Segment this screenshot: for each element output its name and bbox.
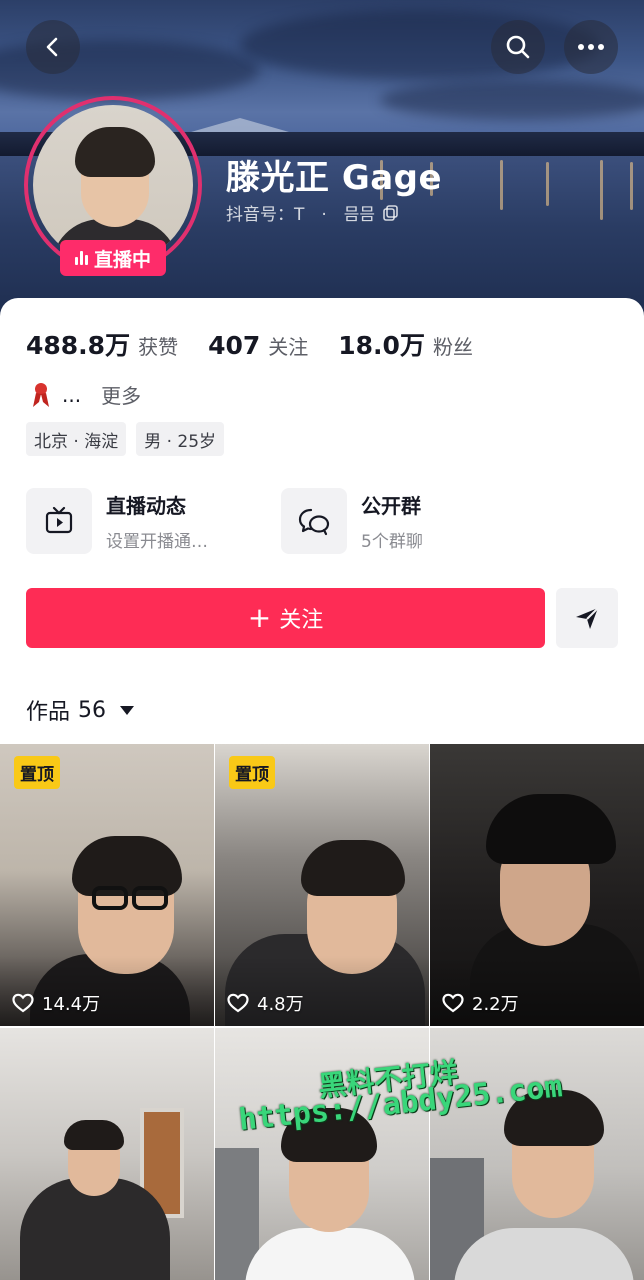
person-hair-shape bbox=[64, 1120, 124, 1150]
cover-cloud bbox=[380, 80, 644, 120]
bio-more-link[interactable]: 更多 bbox=[101, 380, 141, 409]
stat-number: 488.8万 bbox=[26, 331, 131, 360]
video-tile[interactable] bbox=[0, 1028, 214, 1280]
public-group-entry[interactable]: 公开群 5个群聊 bbox=[281, 488, 423, 554]
bio-text: ... bbox=[62, 382, 82, 407]
stats-row: 488.8万 获赞 407 关注 18.0万 粉丝 bbox=[26, 326, 503, 362]
back-button[interactable] bbox=[26, 20, 80, 74]
search-icon bbox=[506, 35, 530, 59]
stat-label: 获赞 bbox=[138, 335, 179, 359]
like-count: 14.4万 bbox=[12, 990, 100, 1016]
plus-icon: + bbox=[247, 601, 272, 634]
heart-icon bbox=[12, 993, 34, 1013]
stat-followers[interactable]: 18.0万 粉丝 bbox=[338, 326, 473, 362]
heart-icon bbox=[227, 993, 249, 1013]
stat-number: 407 bbox=[208, 331, 261, 360]
chat-icon bbox=[298, 508, 330, 536]
send-icon bbox=[576, 607, 599, 629]
feature-subtitle: 5个群聊 bbox=[361, 532, 423, 552]
person-hair-shape bbox=[72, 836, 182, 896]
glasses-shape bbox=[132, 886, 168, 910]
message-button[interactable] bbox=[556, 588, 618, 648]
glasses-shape bbox=[92, 886, 128, 910]
feature-icon-box bbox=[26, 488, 92, 554]
live-bars-icon bbox=[74, 251, 88, 265]
like-count: 2.2万 bbox=[442, 990, 519, 1016]
beanie-shape bbox=[486, 794, 616, 864]
profile-card: 488.8万 获赞 407 关注 18.0万 粉丝 ... 更多 北京 · 海淀… bbox=[0, 298, 644, 1280]
cover-light bbox=[500, 160, 503, 210]
avatar-hair-shape bbox=[75, 127, 155, 177]
tag-location: 北京 · 海淀 bbox=[26, 422, 127, 456]
cover-light bbox=[600, 160, 603, 220]
feature-icon-box bbox=[281, 488, 347, 554]
pinned-badge: 置顶 bbox=[229, 756, 275, 789]
heart-icon bbox=[442, 993, 464, 1013]
video-tile[interactable]: 置顶 4.8万 bbox=[215, 744, 429, 1026]
feature-title: 公开群 bbox=[361, 494, 421, 518]
caret-down-icon bbox=[120, 705, 135, 715]
person-body-shape bbox=[245, 1228, 415, 1280]
works-tab[interactable]: 作品 56 bbox=[26, 694, 135, 726]
search-button[interactable] bbox=[491, 20, 545, 74]
live-badge[interactable]: 直播中 bbox=[60, 240, 166, 276]
live-dynamics-entry[interactable]: 直播动态 设置开播通… bbox=[26, 488, 208, 554]
person-hair-shape bbox=[301, 840, 405, 896]
video-tile[interactable]: 置顶 14.4万 bbox=[0, 744, 214, 1026]
stat-label: 关注 bbox=[268, 335, 309, 359]
douyin-id-label: 抖音号：T · 믐믐 bbox=[226, 205, 376, 225]
follow-label: 关注 bbox=[279, 608, 324, 633]
cover-light bbox=[630, 162, 633, 210]
feature-subtitle: 设置开播通… bbox=[106, 532, 208, 552]
video-grid: 置顶 14.4万 置顶 4.8万 2.2万 bbox=[0, 744, 644, 1280]
tv-icon bbox=[45, 506, 73, 534]
chevron-left-icon bbox=[46, 37, 58, 57]
stat-following[interactable]: 407 关注 bbox=[208, 331, 308, 360]
like-count-text: 4.8万 bbox=[257, 994, 304, 1015]
stat-likes[interactable]: 488.8万 获赞 bbox=[26, 326, 178, 362]
video-tile[interactable]: 2.2万 bbox=[430, 744, 644, 1026]
live-badge-label: 直播中 bbox=[93, 248, 151, 271]
profile-name: 滕光正 Gage bbox=[226, 158, 443, 198]
like-count: 4.8万 bbox=[227, 990, 304, 1016]
stat-label: 粉丝 bbox=[432, 335, 473, 359]
bio[interactable]: ... 更多 bbox=[30, 380, 141, 409]
ribbon-icon bbox=[33, 382, 49, 407]
more-button[interactable] bbox=[564, 20, 618, 74]
like-count-text: 14.4万 bbox=[42, 994, 101, 1015]
stat-number: 18.0万 bbox=[338, 331, 425, 360]
tag-gender-age: 男 · 25岁 bbox=[136, 422, 225, 456]
feature-title: 直播动态 bbox=[106, 494, 186, 518]
video-tile[interactable] bbox=[430, 1028, 644, 1280]
works-label: 作品 bbox=[26, 700, 71, 725]
more-dots-icon bbox=[578, 44, 604, 50]
copy-icon[interactable] bbox=[383, 204, 399, 221]
like-count-text: 2.2万 bbox=[472, 994, 519, 1015]
douyin-id: 抖音号：T · 믐믐 bbox=[226, 200, 399, 225]
pinned-badge: 置顶 bbox=[14, 756, 60, 789]
follow-button[interactable]: + 关注 bbox=[26, 588, 545, 648]
tags-row: 北京 · 海淀 男 · 25岁 bbox=[26, 422, 225, 456]
works-count: 56 bbox=[78, 697, 107, 723]
cover-cloud bbox=[240, 10, 600, 80]
cover-light bbox=[546, 162, 549, 206]
